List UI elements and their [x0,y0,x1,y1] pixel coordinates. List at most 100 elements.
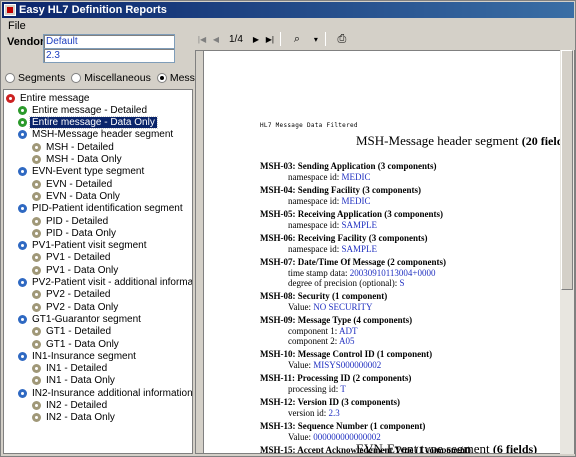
tree-item-segment[interactable]: MSH-Message header segment [18,129,175,141]
value-label: Value: [288,360,314,370]
value-text: MEDIC [341,196,371,206]
report-field-heading: MSH-03: Sending Application (3 component… [260,161,437,171]
report-field-value: processing id: T [288,384,346,394]
radio-miscellaneous[interactable]: Miscellaneous [71,72,151,84]
value-text: 20030910113004+0000 [349,268,436,278]
msh-segment-title: MSH-Message header segment (20 field [356,133,563,149]
tree-item-segment[interactable]: IN1-Insurance segment [18,350,138,362]
segment-icon [18,388,27,398]
value-text: S [399,278,405,288]
radio-segments[interactable]: Segments [5,72,65,84]
tree-item-segment[interactable]: IN2-Insurance additional information seg… [18,387,193,399]
report-icon [32,413,41,423]
tree-item-label: GT1 - Detailed [46,326,112,338]
report-field-heading: MSH-07: Date/Time Of Message (2 componen… [260,257,447,267]
tree-item-segment[interactable]: PV1-Patient visit segment [18,240,149,252]
print-icon[interactable]: ⎙ [329,32,355,47]
tree-item-label: Entire message - Detailed [32,104,148,116]
report-field-heading: MSH-04: Sending Facility (3 components) [260,185,421,195]
tree-item-label: IN1-Insurance segment [32,350,136,362]
tree-item-root[interactable]: Entire message [6,92,91,104]
report-scrollbar[interactable] [560,50,574,454]
tree-item-report[interactable]: GT1 - Detailed [32,326,113,338]
tree-item-segment[interactable]: PID-Patient identification segment [18,203,185,215]
tree-item-label: GT1 - Data Only [46,338,119,350]
report-field-heading: MSH-15: Accept Acknowledgment Type (1 co… [260,445,471,454]
tree-item-report[interactable]: GT1 - Data Only [32,338,121,350]
tree-item-report[interactable]: PV1 - Detailed [32,252,112,264]
value-text: ADT [339,326,358,336]
tree-item-label: PID - Detailed [46,215,109,227]
vendor-input[interactable]: Default [43,34,175,49]
tree-item-report[interactable]: IN2 - Data Only [32,412,117,424]
tree-item-report[interactable]: PV2 - Detailed [32,289,112,301]
tree-item-report[interactable]: PID - Detailed [32,215,110,227]
value-text: A05 [339,336,355,346]
tree-item-label: Entire message [20,92,90,104]
tree-item-label: PV2-Patient visit - additional informati… [32,277,193,288]
tree-item-label: EVN-Event type segment [32,166,145,178]
tree-item-label: GT1-Guarantor segment [32,313,141,325]
tree-item-report[interactable]: MSH - Detailed [32,141,116,153]
tree-item-report[interactable]: IN2 - Detailed [32,400,109,412]
tree-item-label: IN1 - Detailed [46,363,108,375]
search-icon[interactable]: ⌕ [284,32,310,47]
tree-item-report[interactable]: PV2 - Data Only [32,301,120,313]
tree-item-entire-1[interactable]: Entire message - Data Only [18,116,158,130]
segment-icon [18,314,27,324]
tree-item-label: PV1 - Data Only [46,264,119,276]
report-icon [18,118,27,128]
next-page-button[interactable]: ▶ [249,32,263,46]
tree-item-label: PV1 - Detailed [46,252,111,264]
tree-item-label: IN2-Insurance additional information seg… [32,387,193,399]
radio-label: Miscellaneous [84,72,151,84]
tree-item-report[interactable]: IN1 - Detailed [32,363,109,375]
last-page-button[interactable]: ▶| [263,32,277,46]
message-tree[interactable]: Entire message Entire message - Detailed E… [3,89,193,454]
report-icon [32,253,41,263]
report-view[interactable]: HL7 Message Data Filtered MSH-Message he… [195,50,575,454]
value-label: namespace id: [288,172,342,182]
tree-item-report[interactable]: EVN - Data Only [32,190,122,202]
version-input[interactable]: 2.3 [43,48,175,63]
radio-label: Segments [18,72,66,84]
radio-dot[interactable] [5,73,15,83]
chevron-down-icon[interactable]: ▾ [310,32,322,47]
segment-icon [18,167,27,177]
prev-page-button[interactable]: ◀ [209,32,223,46]
value-label: Value: [288,432,314,442]
report-icon [32,364,41,374]
tree-item-label: IN2 - Detailed [46,400,108,411]
report-field-heading: MSH-12: Version ID (3 components) [260,397,401,407]
report-icon [32,327,41,337]
report-field-heading: MSH-11: Processing ID (2 components) [260,373,412,383]
report-field-heading: MSH-13: Sequence Number (1 component) [260,421,426,431]
tree-item-report[interactable]: MSH - Data Only [32,154,124,166]
scrollbar-thumb[interactable] [561,50,573,290]
radio-dot[interactable] [156,73,167,83]
report-field-heading: MSH-08: Security (1 component) [260,291,388,301]
tree-item-label: MSH - Data Only [46,154,122,165]
report-icon [32,290,41,300]
window-title: Easy HL7 Definition Reports [19,4,167,16]
first-page-button[interactable]: |◀ [195,32,209,46]
tree-item-segment[interactable]: EVN-Event type segment [18,166,146,178]
value-label: component 1: [288,326,339,336]
tree-item-report[interactable]: PV1 - Data Only [32,264,120,276]
tree-item-label: IN2 - Data Only [46,412,115,424]
radio-dot[interactable] [71,73,82,83]
report-toolbar: |◀ ◀ 1/4 ▶ ▶| ⌕ ▾ ⎙ [195,30,575,48]
toolbar-separator [279,32,281,46]
tree-item-report[interactable]: EVN - Detailed [32,178,114,190]
tree-item-segment[interactable]: GT1-Guarantor segment [18,313,143,325]
report-field-value: component 1: ADT [288,326,358,336]
report-field-value: Value: MISYS000000002 [288,360,381,370]
value-text: T [340,384,346,394]
tree-item-report[interactable]: PID - Data Only [32,227,118,239]
tree-item-report[interactable]: IN1 - Data Only [32,375,117,387]
report-icon [32,228,41,238]
menu-file[interactable]: File [2,20,32,32]
tree-item-entire-0[interactable]: Entire message - Detailed [18,104,149,116]
tree-item-segment[interactable]: PV2-Patient visit - additional informati… [18,277,193,289]
evn-field-count: (6 fields) [492,442,538,454]
